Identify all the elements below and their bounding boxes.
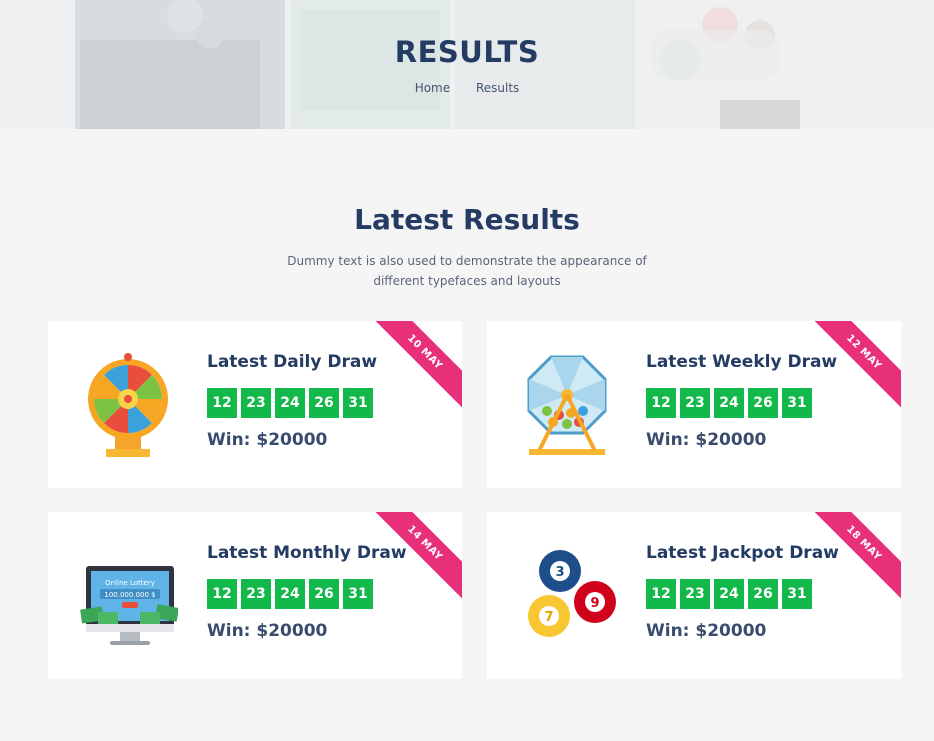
number-ball: 24 (275, 388, 305, 418)
number-ball: 31 (782, 579, 812, 609)
svg-text:100.000.000 $: 100.000.000 $ (104, 591, 155, 599)
number-ball: 23 (680, 388, 710, 418)
breadcrumb-home-link[interactable]: Home (415, 81, 450, 95)
card-title: Latest Monthly Draw (207, 543, 407, 563)
svg-text:3: 3 (555, 565, 564, 580)
winning-numbers: 12 23 24 26 31 (207, 388, 373, 418)
card-title: Latest Weekly Draw (646, 352, 838, 372)
card-title: Latest Daily Draw (207, 352, 378, 372)
number-ball: 24 (275, 579, 305, 609)
number-ball: 12 (646, 579, 676, 609)
number-ball: 26 (748, 579, 778, 609)
svg-text:9: 9 (590, 596, 599, 611)
page-banner: RESULTS Home Results (0, 0, 934, 129)
breadcrumb: Home Results (0, 81, 934, 95)
number-ball: 24 (714, 579, 744, 609)
result-card-daily[interactable]: 10 MAY Latest Daily Draw 12 23 24 26 31 … (48, 321, 462, 488)
svg-text:Online Lottery: Online Lottery (105, 579, 155, 587)
win-amount: Win: $20000 (646, 430, 767, 450)
result-card-jackpot[interactable]: 18 MAY 3 9 7 Latest Jackpot Draw 12 23 2… (487, 512, 901, 679)
svg-text:7: 7 (544, 610, 553, 625)
breadcrumb-current: Results (475, 81, 520, 95)
number-ball: 31 (343, 388, 373, 418)
section-description: Dummy text is also used to demonstrate t… (287, 254, 647, 288)
winning-numbers: 12 23 24 26 31 (646, 579, 812, 609)
online-lottery-monitor-icon: Online Lottery 100.000.000 $ (80, 566, 178, 645)
number-ball: 24 (714, 388, 744, 418)
number-ball: 12 (207, 388, 237, 418)
win-amount: Win: $20000 (207, 430, 328, 450)
number-ball: 12 (207, 579, 237, 609)
card-title: Latest Jackpot Draw (646, 543, 839, 563)
result-card-monthly[interactable]: 14 MAY Online Lottery 100.000.000 $ Late… (48, 512, 462, 679)
win-amount: Win: $20000 (207, 621, 328, 641)
lottery-balls-icon: 3 9 7 (528, 550, 616, 637)
result-card-weekly[interactable]: 12 MAY Latest Weekly Draw 12 23 24 26 31… (487, 321, 901, 488)
prize-wheel-icon (88, 353, 168, 457)
date-ribbon: 10 MAY (362, 321, 462, 415)
number-ball: 23 (241, 579, 271, 609)
number-ball: 26 (309, 388, 339, 418)
number-ball: 26 (309, 579, 339, 609)
number-ball: 26 (748, 388, 778, 418)
number-ball: 23 (241, 388, 271, 418)
number-ball: 23 (680, 579, 710, 609)
winning-numbers: 12 23 24 26 31 (207, 579, 373, 609)
section-title: Latest Results (354, 203, 580, 236)
page-title: RESULTS (394, 35, 540, 69)
lottery-drum-icon (527, 355, 607, 455)
number-ball: 12 (646, 388, 676, 418)
winning-numbers: 12 23 24 26 31 (646, 388, 812, 418)
number-ball: 31 (343, 579, 373, 609)
number-ball: 31 (782, 388, 812, 418)
win-amount: Win: $20000 (646, 621, 767, 641)
